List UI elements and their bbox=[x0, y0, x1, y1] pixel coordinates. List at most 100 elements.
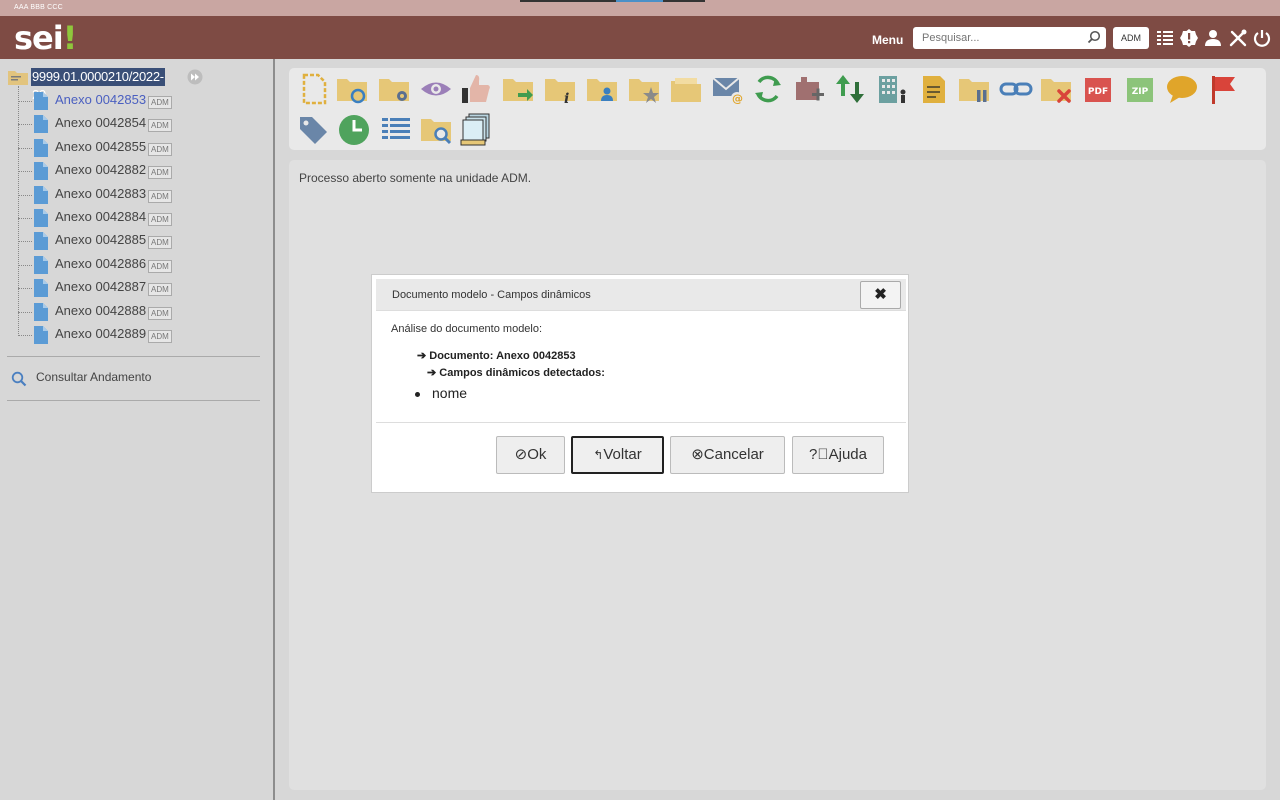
unit-tag: ADM bbox=[148, 330, 172, 343]
clock-icon[interactable] bbox=[337, 112, 371, 146]
add-relationship-icon[interactable] bbox=[793, 72, 827, 106]
close-icon: ✖ bbox=[874, 286, 887, 303]
alert-icon[interactable] bbox=[1179, 28, 1199, 48]
thumbs-up-icon[interactable] bbox=[459, 72, 493, 106]
unit-tag: ADM bbox=[148, 166, 172, 179]
process-tree-panel: 9999.01.0000210/2022-20 Anexo 0042853ADM… bbox=[0, 59, 273, 800]
back-arrow-icon: ↰ bbox=[593, 448, 604, 462]
document-label[interactable]: Anexo 0042854 bbox=[55, 115, 146, 130]
search-input[interactable] bbox=[913, 27, 1073, 49]
pdf-icon[interactable]: PDF bbox=[1081, 72, 1115, 106]
sidebar-divider bbox=[7, 356, 260, 357]
document-icon bbox=[34, 92, 48, 110]
tree-connector bbox=[18, 218, 32, 219]
document-note-icon[interactable] bbox=[917, 72, 951, 106]
folder-icon[interactable] bbox=[669, 72, 703, 106]
ajuda-button[interactable]: ?⃝Ajuda bbox=[792, 436, 884, 474]
document-icon bbox=[34, 303, 48, 321]
unit-tag: ADM bbox=[148, 260, 172, 273]
logo-mark: ! bbox=[62, 19, 78, 57]
document-icon bbox=[34, 115, 48, 133]
ok-button[interactable]: ⊘Ok bbox=[496, 436, 565, 474]
link-icon[interactable] bbox=[999, 72, 1033, 106]
folder-forward-icon[interactable] bbox=[501, 72, 535, 106]
search-box bbox=[913, 27, 1106, 49]
process-number[interactable]: 9999.01.0000210/2022-20 bbox=[31, 68, 165, 102]
svg-text:i: i bbox=[564, 91, 569, 106]
document-label[interactable]: Anexo 0042883 bbox=[55, 186, 146, 201]
unit-tag: ADM bbox=[148, 307, 172, 320]
building-icon[interactable] bbox=[875, 72, 909, 106]
cancelar-button-label: Cancelar bbox=[703, 446, 764, 463]
document-label[interactable]: Anexo 0042886 bbox=[55, 256, 146, 271]
tree-connector bbox=[18, 101, 32, 102]
tree-connector bbox=[18, 171, 32, 172]
document-icon bbox=[34, 139, 48, 157]
folder-sync-icon[interactable] bbox=[335, 72, 369, 106]
new-document-icon[interactable] bbox=[297, 72, 331, 106]
tree-connector bbox=[18, 148, 32, 149]
tree-connector bbox=[18, 265, 32, 266]
folder-remove-icon[interactable] bbox=[1039, 72, 1073, 106]
menu-link[interactable]: Menu bbox=[872, 33, 903, 47]
document-label[interactable]: Anexo 0042855 bbox=[55, 139, 146, 154]
folder-pause-icon[interactable] bbox=[957, 72, 991, 106]
unit-tag: ADM bbox=[148, 143, 172, 156]
document-label[interactable]: Anexo 0042889 bbox=[55, 326, 146, 341]
stacked-documents-icon[interactable] bbox=[459, 112, 493, 146]
power-icon[interactable] bbox=[1252, 28, 1272, 48]
pdf-icon-label: PDF bbox=[1088, 87, 1108, 97]
document-label[interactable]: Anexo 0042884 bbox=[55, 209, 146, 224]
document-label[interactable]: Anexo 0042888 bbox=[55, 303, 146, 318]
logo-text: sei bbox=[14, 19, 64, 57]
document-icon bbox=[34, 186, 48, 204]
tree-connector bbox=[18, 124, 32, 125]
ajuda-button-label: Ajuda bbox=[828, 446, 867, 463]
check-circle-icon: ⊘ bbox=[514, 446, 528, 463]
document-label[interactable]: Anexo 0042882 bbox=[55, 162, 146, 177]
consultar-andamento-label: Consultar Andamento bbox=[36, 370, 152, 384]
zip-icon[interactable]: ZIP bbox=[1123, 72, 1157, 106]
list-icon[interactable] bbox=[1155, 28, 1175, 48]
tree-connector bbox=[18, 241, 32, 242]
zip-icon-label: ZIP bbox=[1132, 87, 1149, 97]
document-icon bbox=[34, 209, 48, 227]
folder-user-icon[interactable] bbox=[585, 72, 619, 106]
tools-icon[interactable] bbox=[1228, 28, 1248, 48]
svg-text:@: @ bbox=[732, 92, 743, 105]
eye-icon[interactable] bbox=[419, 72, 453, 106]
folder-info-icon[interactable]: i bbox=[543, 72, 577, 106]
tag-icon[interactable] bbox=[297, 112, 331, 146]
document-label[interactable]: Anexo 0042853 bbox=[55, 92, 146, 107]
dialog-title: Documento modelo - Campos dinâmicos bbox=[392, 289, 591, 301]
folder-settings-icon[interactable] bbox=[377, 72, 411, 106]
voltar-button-label: Voltar bbox=[603, 446, 642, 463]
document-label[interactable]: Anexo 0042885 bbox=[55, 232, 146, 247]
user-icon[interactable] bbox=[1203, 28, 1223, 48]
panel-divider[interactable] bbox=[273, 59, 275, 800]
unit-tag: ADM bbox=[148, 190, 172, 203]
unit-tag: ADM bbox=[148, 119, 172, 132]
unit-selector-button[interactable]: ADM bbox=[1113, 27, 1149, 49]
sei-logo[interactable]: sei! bbox=[14, 19, 78, 57]
comment-icon[interactable] bbox=[1165, 72, 1199, 106]
flag-icon[interactable] bbox=[1207, 72, 1241, 106]
folder-star-icon[interactable] bbox=[627, 72, 661, 106]
send-email-icon[interactable]: @ bbox=[711, 72, 745, 106]
list-icon[interactable] bbox=[379, 112, 413, 146]
up-down-arrows-icon[interactable] bbox=[833, 72, 867, 106]
document-label[interactable]: Anexo 0042887 bbox=[55, 279, 146, 294]
cancelar-button[interactable]: ⊗Cancelar bbox=[670, 436, 785, 474]
tab-indicator bbox=[520, 0, 705, 2]
fast-forward-icon[interactable] bbox=[187, 69, 203, 85]
refresh-icon[interactable] bbox=[751, 72, 785, 106]
cancel-circle-icon: ⊗ bbox=[691, 446, 704, 463]
close-button[interactable]: ✖ bbox=[860, 281, 901, 309]
dynamic-fields-dialog: Documento modelo - Campos dinâmicos ✖ An… bbox=[371, 274, 909, 493]
dynamic-field-item: nome bbox=[414, 385, 468, 401]
voltar-button[interactable]: ↰Voltar bbox=[571, 436, 664, 474]
document-icon bbox=[34, 232, 48, 250]
search-icon bbox=[11, 371, 27, 387]
search-icon[interactable] bbox=[1087, 30, 1101, 44]
folder-search-icon[interactable] bbox=[419, 112, 453, 146]
